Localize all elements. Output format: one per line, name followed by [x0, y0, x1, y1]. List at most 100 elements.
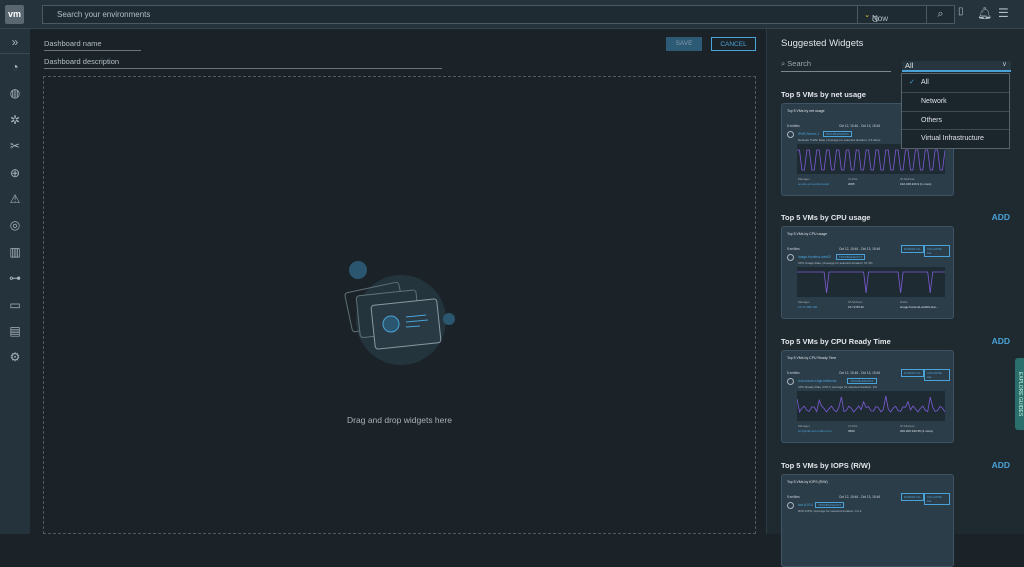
time-label: Now — [872, 14, 889, 23]
metric-summary: Network Traffic Rate | Average for selec… — [798, 138, 881, 142]
footer-label: Manager — [798, 424, 810, 428]
card-title: Top 5 VMs by IOPS (R/W) — [787, 480, 828, 484]
entity-count: 5 entities — [787, 495, 800, 499]
footer-value: 200.200.160.35 (1 more) — [900, 429, 934, 433]
vm-name: IPeR-Server-1 — [798, 132, 820, 136]
card-toolbar: 5 entities Oct 12, 15:46 - Oct 13, 15:46 E… — [787, 245, 950, 257]
troubleshoot-badge: TROUBLESHOOT — [815, 502, 845, 508]
collapse-all-button: COLLAPSE ALL — [924, 245, 950, 257]
dashboard-description-input[interactable]: Dashboard description — [44, 57, 442, 69]
expand-all-button: EXPAND ALL — [901, 245, 924, 253]
network-hub-icon[interactable]: ✲ — [0, 107, 30, 133]
checkmark-icon: ✓ — [909, 79, 915, 86]
footer-value: 192.168.100.9 (1 more) — [900, 182, 932, 186]
vm-icon — [787, 131, 794, 138]
option-label: All — [921, 79, 929, 86]
globe-icon[interactable]: ◍ — [0, 80, 30, 106]
widget-drop-zone[interactable]: Drag and drop widgets here — [43, 76, 756, 534]
report-search-icon[interactable]: ▤ — [0, 318, 30, 344]
vm-icon — [787, 502, 794, 509]
collapse-all-button: COLLAPSE ALL — [924, 493, 950, 505]
widget-search-input[interactable]: ⌕ Search — [781, 59, 891, 72]
vm-icon — [787, 254, 794, 261]
widget-title: Top 5 VMs by CPU usage — [781, 213, 871, 222]
cancel-button[interactable]: CANCEL — [711, 37, 756, 51]
top-bar: vm Search your environments ◷ Now ⌄ ⌕ ▯ … — [0, 0, 1024, 29]
widget-preview-card[interactable]: Top 5 VMs by CPU Ready Time 5 entities Oc… — [781, 350, 954, 443]
expand-all-button: EXPAND ALL — [901, 369, 924, 377]
chevron-down-icon: ∨ — [1001, 61, 1007, 68]
footer-label: IP Address — [900, 424, 915, 428]
crosshair-icon[interactable]: ⊕ — [0, 160, 30, 186]
footer-label: Disks — [900, 300, 908, 304]
widget-title: Top 5 VMs by CPU Ready Time — [781, 337, 891, 346]
global-search-input[interactable]: Search your environments ◷ Now ⌄ ⌕ — [42, 5, 955, 24]
add-widget-button[interactable]: ADD — [992, 212, 1010, 222]
widget-preview-card[interactable]: Top 5 VMs by IOPS (R/W) 5 entities Oct 12… — [781, 474, 954, 567]
troubleshoot-badge: TROUBLESHOOT — [836, 254, 866, 260]
collapse-all-button: COLLAPSE ALL — [924, 369, 950, 381]
save-button[interactable]: SAVE — [666, 37, 702, 51]
chart-line — [797, 271, 945, 294]
search-placeholder: Search your environments — [57, 10, 151, 19]
footer-label: Manager — [798, 177, 810, 181]
mini-chart — [797, 267, 945, 297]
vm-icon — [787, 378, 794, 385]
category-filter-menu: ✓ All Network Others Virtual Infrastructu… — [901, 73, 1010, 149]
widget-title: Top 5 VMs by net usage — [781, 90, 866, 99]
filter-value: All — [905, 61, 914, 70]
vm-name: icm-8-014 — [798, 503, 813, 507]
troubleshoot-badge: TROUBLESHOOT — [822, 131, 852, 137]
footer-value: 2005 — [848, 182, 855, 186]
footer-value: 3500 — [848, 429, 855, 433]
mini-chart — [797, 391, 945, 421]
footer-label: Manager — [798, 300, 810, 304]
footer-label: IP Address — [848, 300, 863, 304]
sidebar: » ◔ ◍ ✲ ✂ ⊕ ⚠ ◎ ▥ ⊶ ▭ ▤ ⚙ — [0, 29, 30, 534]
add-widget-button[interactable]: ADD — [992, 336, 1010, 346]
card-toolbar: 5 entities Oct 12, 15:46 - Oct 13, 15:46 E… — [787, 493, 950, 505]
dashboard-name-input[interactable]: Dashboard name — [44, 39, 141, 51]
drop-hint: Drag and drop widgets here — [347, 415, 452, 425]
menu-icon[interactable]: ☰ — [998, 6, 1009, 20]
vm-name: image-frontend-web02 — [798, 255, 831, 259]
category-filter-select[interactable]: All ∨ — [902, 61, 1011, 72]
bell-icon[interactable]: 🔔︎ — [977, 6, 992, 20]
tools-icon[interactable]: ✂ — [0, 133, 30, 159]
monitor-icon[interactable]: ▭ — [0, 292, 30, 318]
vm-name: vrni-nsxuni-edge-billsbone — [798, 379, 837, 383]
dashboard-gauge-icon[interactable]: ◔ — [0, 54, 30, 80]
metric-summary: CPU Usage Rate | Average for selected du… — [798, 261, 873, 265]
filter-option-others[interactable]: Others — [902, 112, 1009, 131]
date-range: Oct 12, 15:46 - Oct 13, 15:46 — [839, 247, 881, 251]
settings-gear-icon[interactable]: ⚙ — [0, 344, 30, 370]
footer-label: IP Address — [900, 177, 915, 181]
metric-summary: CPU Ready Rate vCPU | Average for select… — [798, 385, 878, 389]
footer-value: 10.72.185.196 — [798, 305, 818, 309]
bookmark-icon[interactable]: ▯ — [958, 6, 964, 17]
footer-value: 10.72.83.32 — [848, 305, 864, 309]
alert-icon[interactable]: ⚠ — [0, 186, 30, 212]
footer-value: sc-hybrid-vms.cmbu.corp — [798, 429, 832, 433]
add-widget-button[interactable]: ADD — [992, 460, 1010, 470]
hierarchy-icon[interactable]: ⊶ — [0, 265, 30, 291]
search-icon[interactable]: ⌕ — [926, 6, 954, 23]
time-selector[interactable]: ◷ Now ⌄ — [857, 6, 904, 23]
drop-illustration-icon — [344, 261, 455, 365]
footer-value: sc-pbs-vmt.ember.local — [798, 182, 829, 186]
explore-guides-tab[interactable]: EXPLORE GUIDES — [1015, 358, 1024, 430]
filter-option-virtual-infrastructure[interactable]: Virtual Infrastructure — [902, 130, 1009, 149]
metrics-search-icon[interactable]: ▥ — [0, 239, 30, 265]
expand-all-button: EXPAND ALL — [901, 493, 924, 501]
filter-option-network[interactable]: Network — [902, 93, 1009, 112]
widget-preview-card[interactable]: Top 5 VMs by CPU usage 5 entities Oct 12,… — [781, 226, 954, 319]
troubleshoot-badge: TROUBLESHOOT — [847, 378, 877, 384]
expand-sidebar-icon[interactable]: » — [0, 29, 30, 54]
date-range: Oct 12, 15:46 - Oct 13, 15:46 — [839, 495, 881, 499]
filter-option-all[interactable]: ✓ All — [902, 74, 1009, 93]
widget-title: Top 5 VMs by IOPS (R/W) — [781, 461, 871, 470]
world-icon[interactable]: ◎ — [0, 212, 30, 238]
entity-count: 5 entities — [787, 247, 800, 251]
card-title: Top 5 VMs by CPU usage — [787, 232, 828, 236]
vmware-logo[interactable]: vm — [5, 5, 24, 24]
